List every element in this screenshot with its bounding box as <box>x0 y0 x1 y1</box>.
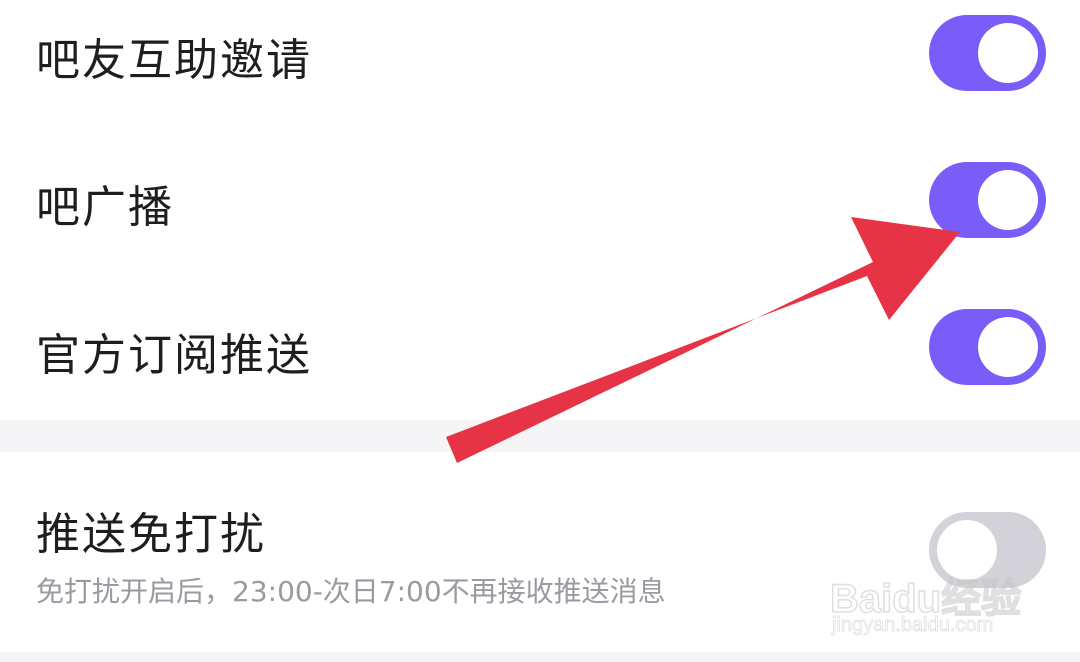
push-settings-screen: 吧友互助邀请 吧广播 官方订阅推送 推送免打扰 免打扰开启后，23:00-次日7… <box>0 0 1080 662</box>
do-not-disturb-description: 免打扰开启后，23:00-次日7:00不再接收推送消息 <box>36 575 666 608</box>
help-invite-toggle[interactable] <box>929 15 1046 91</box>
do-not-disturb-toggle[interactable] <box>929 512 1046 588</box>
settings-row-tieba-help-invite: 吧友互助邀请 <box>0 0 1080 105</box>
settings-row-do-not-disturb: 推送免打扰 <box>0 452 1080 652</box>
toggle-knob <box>937 520 997 580</box>
broadcast-toggle[interactable] <box>929 162 1046 238</box>
toggle-knob <box>978 317 1038 377</box>
official-subscription-toggle[interactable] <box>929 309 1046 385</box>
toggle-knob <box>978 170 1038 230</box>
settings-row-tieba-broadcast: 吧广播 <box>0 125 1080 275</box>
bottom-divider <box>0 652 1080 662</box>
section-divider <box>0 420 1080 452</box>
setting-label-do-not-disturb: 推送免打扰 <box>36 509 266 560</box>
toggle-knob <box>978 23 1038 83</box>
settings-row-official-subscription: 官方订阅推送 <box>0 275 1080 420</box>
setting-label-help-invite: 吧友互助邀请 <box>36 35 312 86</box>
setting-label-broadcast: 吧广播 <box>36 182 174 233</box>
setting-label-official-subscription: 官方订阅推送 <box>36 330 312 381</box>
